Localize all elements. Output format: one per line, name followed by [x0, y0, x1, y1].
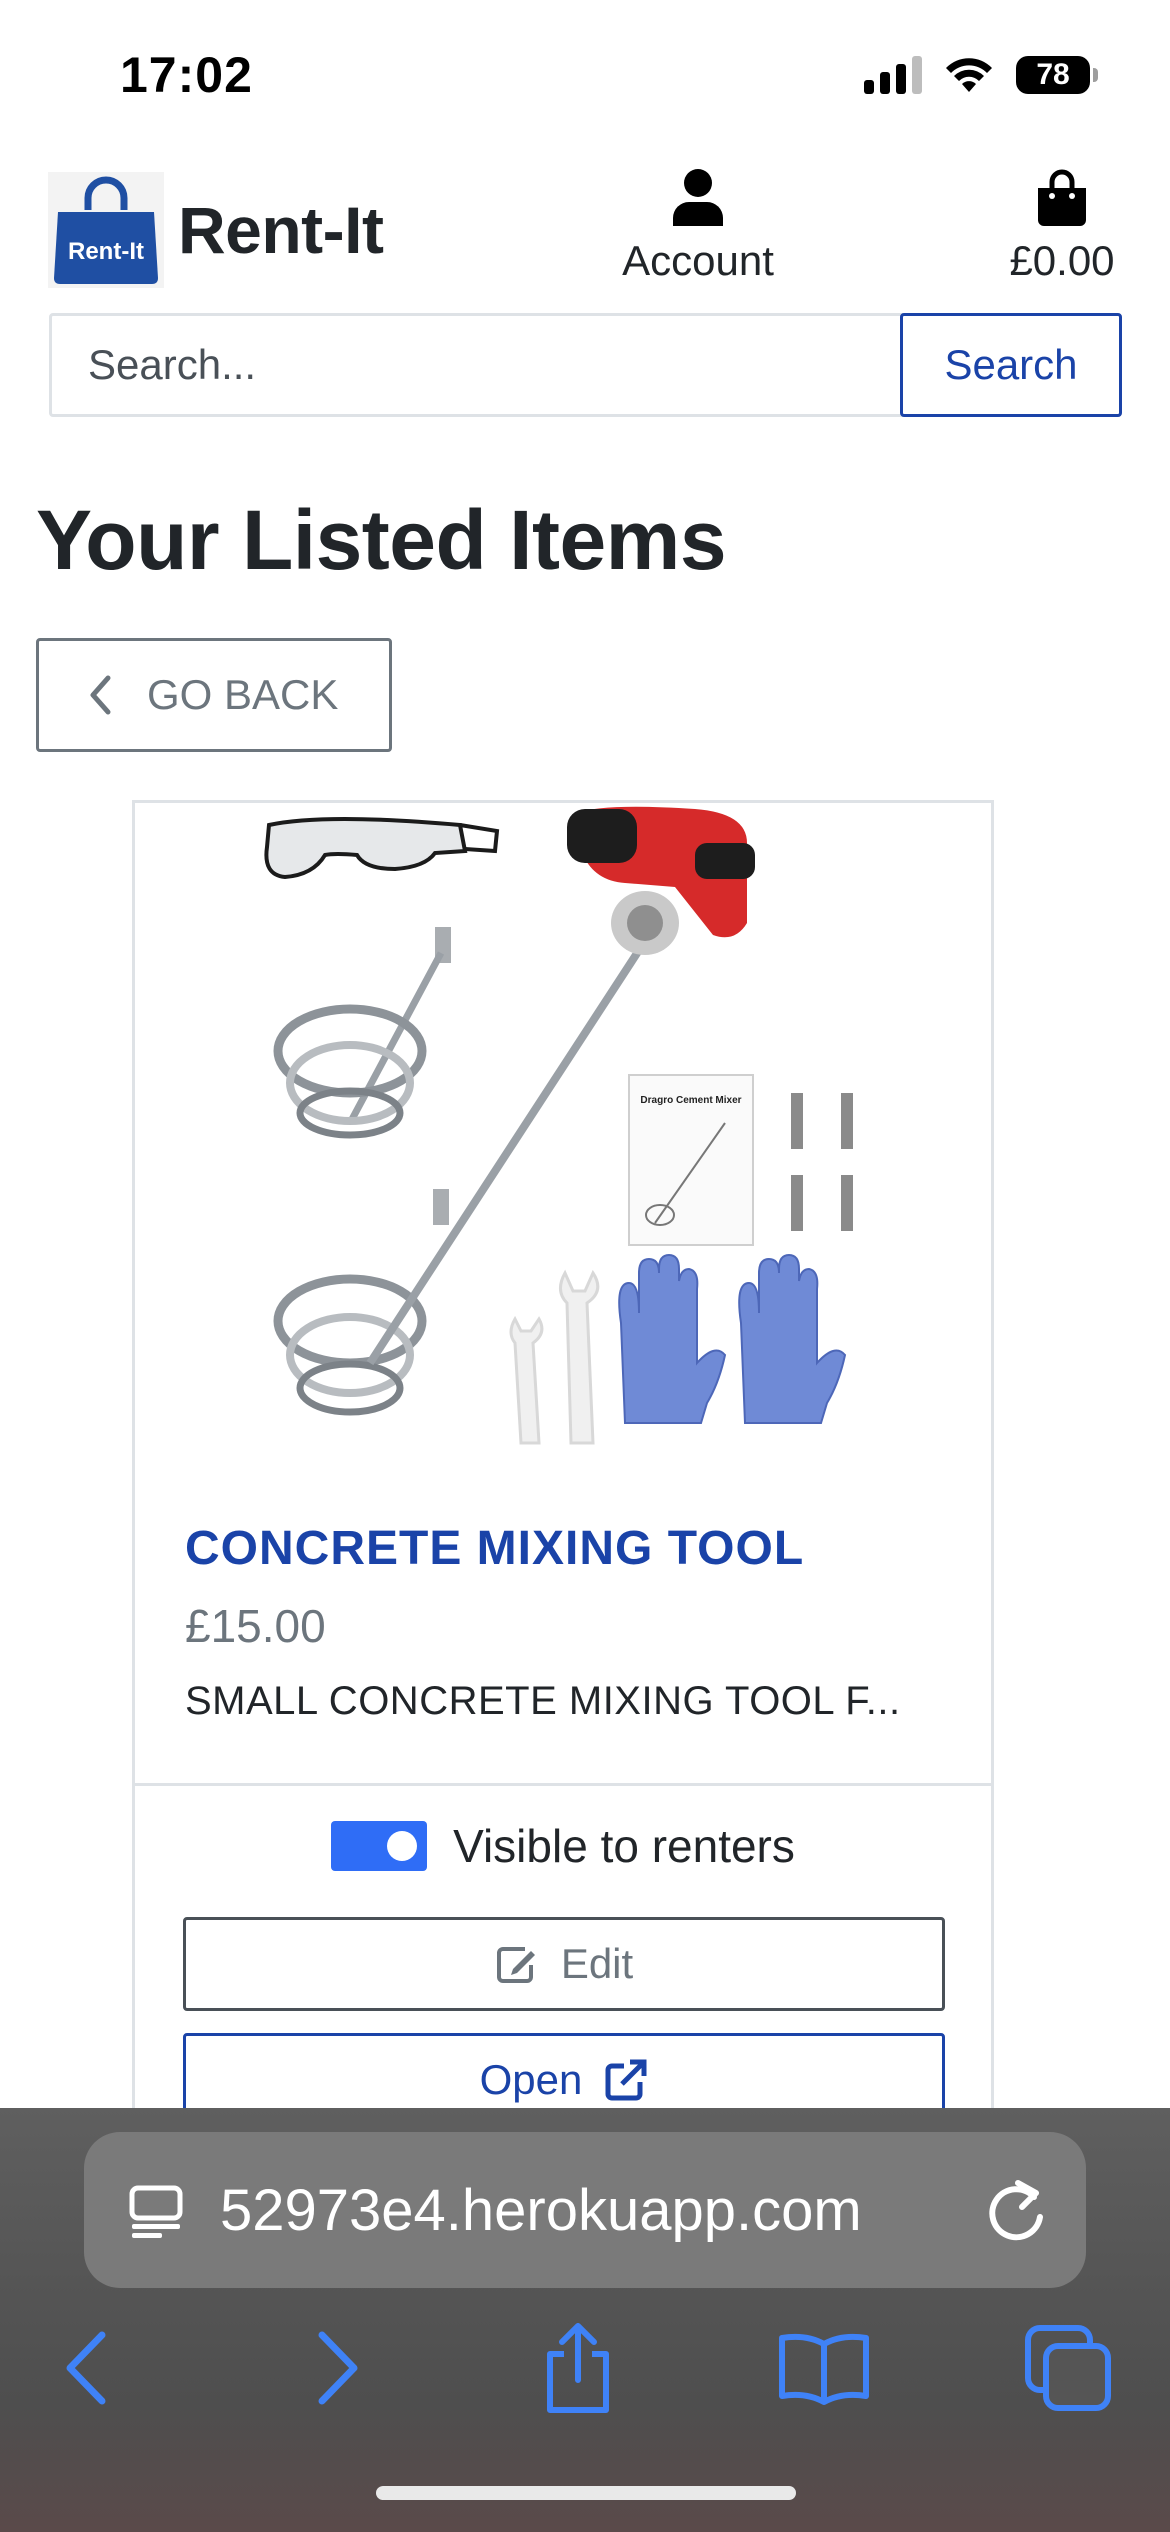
page-menu-icon[interactable] — [128, 2182, 184, 2238]
card-divider — [135, 1783, 991, 1786]
address-bar[interactable]: 52973e4.herokuapp.com — [84, 2132, 1086, 2288]
cart-total: £0.00 — [1009, 237, 1115, 284]
search-button[interactable]: Search — [900, 313, 1122, 417]
forward-arrow-icon[interactable] — [278, 2308, 398, 2428]
item-image[interactable]: Dragro Cement Mixer — [135, 803, 863, 1447]
browser-nav-row — [0, 2308, 1170, 2428]
account-label: Account — [622, 237, 774, 284]
page-title: Your Listed Items — [36, 493, 727, 587]
item-title[interactable]: CONCRETE MIXING TOOL — [185, 1521, 804, 1576]
visibility-label: Visible to renters — [453, 1820, 795, 1872]
go-back-label: GO BACK — [147, 671, 339, 718]
back-arrow-icon[interactable] — [26, 2308, 146, 2428]
external-link-icon — [604, 2058, 648, 2102]
logo-text: Rent-It — [68, 238, 144, 265]
chevron-left-icon — [89, 675, 111, 715]
status-icons: 78 — [864, 56, 1098, 94]
open-label: Open — [479, 2056, 583, 2103]
tabs-icon[interactable] — [1008, 2308, 1128, 2428]
reload-icon[interactable] — [988, 2179, 1046, 2241]
url-text: 52973e4.herokuapp.com — [220, 2177, 862, 2243]
item-description: SMALL CONCRETE MIXING TOOL F... — [185, 1679, 901, 1723]
bookmarks-icon[interactable] — [764, 2308, 884, 2428]
manual-title-text: Dragro Cement Mixer — [640, 1095, 741, 1106]
bag-logo-icon: Rent-It — [48, 172, 164, 288]
edit-icon — [495, 1943, 539, 1985]
edit-button[interactable]: Edit — [183, 1917, 945, 2011]
battery-icon: 78 — [1016, 56, 1098, 94]
visibility-toggle-row: Visible to renters — [135, 1819, 991, 1873]
browser-toolbar: 52973e4.herokuapp.com — [0, 2108, 1170, 2532]
share-icon[interactable] — [518, 2308, 638, 2428]
search-input[interactable] — [49, 313, 925, 417]
wifi-icon — [946, 58, 992, 92]
listed-item-card: Dragro Cement Mixer CONCRETE MIXING TOOL… — [132, 800, 994, 2127]
brand-name: Rent-It — [178, 193, 384, 267]
go-back-button[interactable]: GO BACK — [36, 638, 392, 752]
signal-icon — [864, 56, 922, 94]
account-link[interactable]: Account — [612, 168, 784, 285]
brand-logo-link[interactable]: Rent-It Rent-It — [48, 172, 384, 288]
person-icon — [673, 169, 723, 226]
battery-level: 78 — [1036, 58, 1070, 91]
home-indicator — [376, 2486, 796, 2500]
manual-illustration: Dragro Cement Mixer — [628, 1074, 754, 1246]
visibility-toggle[interactable] — [331, 1821, 428, 1871]
item-price: £15.00 — [185, 1600, 326, 1652]
cart-link[interactable]: £0.00 — [1000, 168, 1124, 285]
shopping-bag-icon — [1038, 169, 1086, 226]
status-time: 17:02 — [120, 47, 253, 103]
edit-label: Edit — [560, 1940, 634, 1987]
